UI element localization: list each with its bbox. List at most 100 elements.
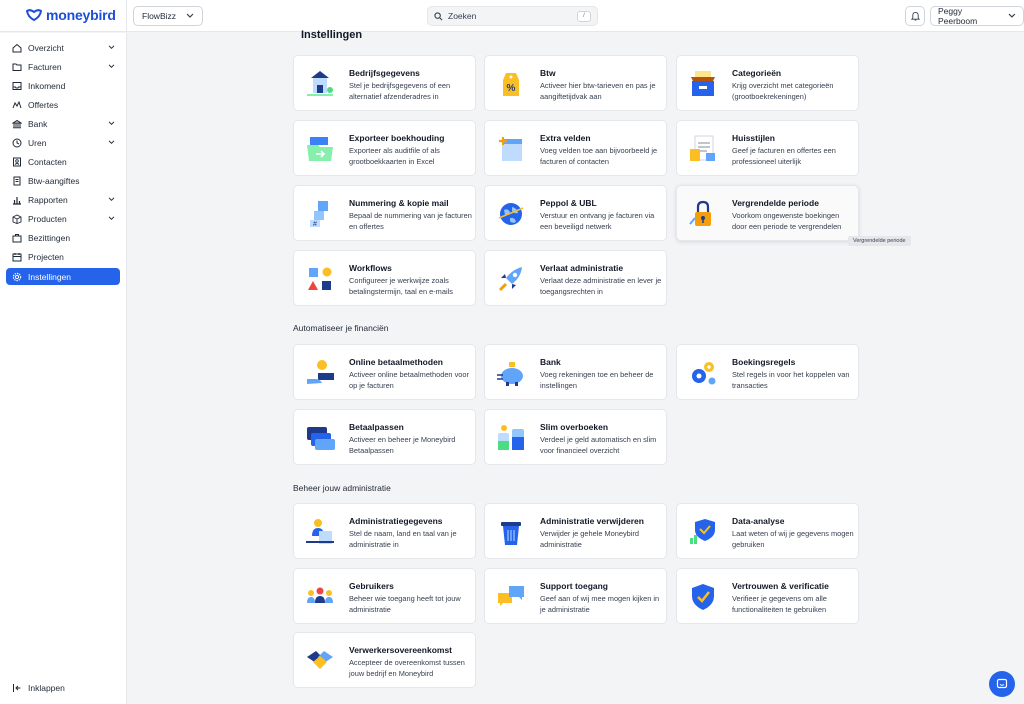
- card-huisstijlen[interactable]: Huisstijlen Geef je facturen en offertes…: [676, 120, 859, 176]
- sidebar: Overzicht Facturen Inkomend Offertes Ban…: [0, 33, 127, 704]
- page-title: Instellingen: [301, 29, 363, 41]
- card-data-analyse[interactable]: Data-analyse Laat weten of wij je gegeve…: [676, 503, 859, 559]
- sidebar-item-offertes[interactable]: Offertes: [6, 96, 120, 113]
- chevron-down-icon: [108, 121, 115, 126]
- chevron-down-icon: [108, 45, 115, 50]
- trash-icon: [501, 522, 521, 545]
- card-verwerkersovereenkomst[interactable]: Verwerkersovereenkomst Accepteer de over…: [293, 632, 476, 688]
- sidebar-item-inkomend[interactable]: Inkomend: [6, 77, 120, 94]
- sidebar-item-btw-aangiftes[interactable]: Btw-aangiftes: [6, 172, 120, 189]
- card-description: Krijg overzicht met categorieën (grootbo…: [732, 81, 834, 101]
- search-shortcut: /: [577, 10, 591, 22]
- user-menu[interactable]: Peggy Peerboom: [930, 6, 1024, 26]
- box-icon: [12, 213, 22, 224]
- card-categorieen[interactable]: Categorieën Krijg overzicht met categori…: [676, 55, 859, 111]
- card-title: Exporteer boekhouding: [349, 133, 445, 143]
- sidebar-item-label: Rapporten: [28, 194, 68, 205]
- card-vergrendelde-periode[interactable]: Vergrendelde periode Voorkom ongewenste …: [676, 185, 859, 241]
- gears-icon: [692, 362, 716, 385]
- receipt-icon: [13, 176, 21, 185]
- card-online-betaalmethoden[interactable]: Online betaalmethoden Activeer online be…: [293, 344, 476, 400]
- card-administratie-verwijderen[interactable]: Administratie verwijderen Verwijder je g…: [484, 503, 667, 559]
- user-name: Peggy Peerboom: [938, 6, 978, 26]
- chevron-down-icon: [108, 216, 115, 221]
- chevron-down-icon: [108, 197, 115, 202]
- search-box[interactable]: Zoeken /: [427, 6, 598, 26]
- chat-icon: [996, 678, 1008, 689]
- sidebar-item-projecten[interactable]: Projecten: [6, 248, 120, 265]
- card-administratiegegevens[interactable]: Administratiegegevens Stel de naam, land…: [293, 503, 476, 559]
- sidebar-item-bank[interactable]: Bank: [6, 115, 120, 132]
- search-placeholder: Zoeken: [448, 11, 477, 21]
- tooltip: Vergrendelde periode: [848, 236, 911, 246]
- card-description: Beheer wie toegang heeft tot jouw admini…: [349, 594, 461, 614]
- card-title: Workflows: [349, 263, 392, 273]
- search-icon: [434, 11, 443, 20]
- sidebar-item-rapporten[interactable]: Rapporten: [6, 191, 120, 208]
- card-description: Stel de naam, land en taal van je admini…: [349, 529, 457, 549]
- card-description: Verifieer je gegevens om alle functional…: [732, 594, 827, 614]
- sidebar-item-producten[interactable]: Producten: [6, 210, 120, 227]
- sidebar-item-label: Instellingen: [28, 271, 72, 282]
- sidebar-item-label: Offertes: [28, 99, 59, 110]
- collapse-sidebar-button[interactable]: Inklappen: [6, 683, 65, 693]
- card-slim-overboeken[interactable]: Slim overboeken Verdeel je geld automati…: [484, 409, 667, 465]
- card-extra-velden[interactable]: Extra velden Voeg velden toe aan bijvoor…: [484, 120, 667, 176]
- card-verlaat-administratie[interactable]: Verlaat administratie Verlaat deze admin…: [484, 250, 667, 306]
- file-box-icon: [691, 71, 715, 96]
- section-title-beheer: Beheer jouw administratie: [293, 483, 391, 493]
- bank-icon: [12, 119, 22, 128]
- card-support-toegang[interactable]: Support toegang Geef aan of wij mee moge…: [484, 568, 667, 624]
- card-exporteer-boekhouding[interactable]: Exporteer boekhouding Exporteer als audi…: [293, 120, 476, 176]
- card-description: Voorkom ongewenste boekingen door een pe…: [732, 211, 842, 231]
- sidebar-item-bezittingen[interactable]: Bezittingen: [6, 229, 120, 246]
- card-nummering-kopie-mail[interactable]: # Nummering & kopie mail Bepaal de numme…: [293, 185, 476, 241]
- card-description: Geef je facturen en offertes een profess…: [732, 146, 836, 166]
- card-workflows[interactable]: Workflows Configureer je werkwijze zoals…: [293, 250, 476, 306]
- card-title: Categorieën: [732, 68, 782, 78]
- card-description: Verwijder je gehele Moneybird administra…: [540, 529, 640, 549]
- sidebar-item-uren[interactable]: Uren: [6, 134, 120, 151]
- card-gebruikers[interactable]: Gebruikers Beheer wie toegang heeft tot …: [293, 568, 476, 624]
- jars-icon: [498, 425, 524, 450]
- card-betaalpassen[interactable]: Betaalpassen Activeer en beheer je Money…: [293, 409, 476, 465]
- card-btw[interactable]: % Btw Activeer hier btw-tarieven en pas …: [484, 55, 667, 111]
- contacts-icon: [13, 157, 21, 166]
- bird-logo-icon: [26, 9, 42, 22]
- card-title: Administratie verwijderen: [540, 516, 644, 526]
- card-bedrijfsgegevens[interactable]: Bedrijfsgegevens Stel je bedrijfsgegeven…: [293, 55, 476, 111]
- card-peppol-ubl[interactable]: Peppol & UBL Verstuur en ontvang je fact…: [484, 185, 667, 241]
- card-title: Huisstijlen: [732, 133, 775, 143]
- sidebar-item-facturen[interactable]: Facturen: [6, 58, 120, 75]
- card-description: Exporteer als auditfile of als grootboek…: [349, 146, 440, 166]
- organization-name: FlowBizz: [142, 11, 177, 21]
- card-description: Bepaal de nummering van je facturen en o…: [349, 211, 472, 231]
- folder-icon: [12, 63, 22, 71]
- sidebar-item-label: Overzicht: [28, 42, 64, 53]
- collapse-label: Inklappen: [28, 683, 65, 693]
- card-boekingsregels[interactable]: Boekingsregels Stel regels in voor het k…: [676, 344, 859, 400]
- sidebar-item-overzicht[interactable]: Overzicht: [6, 39, 120, 56]
- card-title: Vertrouwen & verificatie: [732, 581, 829, 591]
- sidebar-item-label: Facturen: [28, 61, 62, 72]
- bell-icon: [910, 11, 920, 21]
- users-icon: [307, 587, 333, 603]
- person-desk-icon: [306, 519, 334, 544]
- shield-chart-icon: [690, 519, 715, 544]
- help-chat-button[interactable]: [989, 671, 1015, 697]
- moneybird-logo[interactable]: moneybird: [26, 7, 116, 23]
- sidebar-item-instellingen[interactable]: Instellingen: [6, 268, 120, 285]
- organization-select[interactable]: FlowBizz: [133, 6, 204, 26]
- gear-icon: [12, 272, 22, 281]
- home-icon: [12, 43, 22, 52]
- sidebar-item-label: Bank: [28, 118, 48, 129]
- card-vertrouwen-verificatie[interactable]: Vertrouwen & verificatie Verifieer je ge…: [676, 568, 859, 624]
- sidebar-item-label: Bezittingen: [28, 232, 71, 243]
- notifications-button[interactable]: [905, 6, 925, 26]
- card-bank[interactable]: Bank Voeg rekeningen toe en beheer de in…: [484, 344, 667, 400]
- card-title: Online betaalmethoden: [349, 357, 443, 367]
- card-title: Support toegang: [540, 581, 608, 591]
- logo-text: moneybird: [46, 7, 116, 23]
- card-description: Laat weten of wij je gegevens mogen gebr…: [732, 529, 854, 549]
- sidebar-item-contacten[interactable]: Contacten: [6, 153, 120, 170]
